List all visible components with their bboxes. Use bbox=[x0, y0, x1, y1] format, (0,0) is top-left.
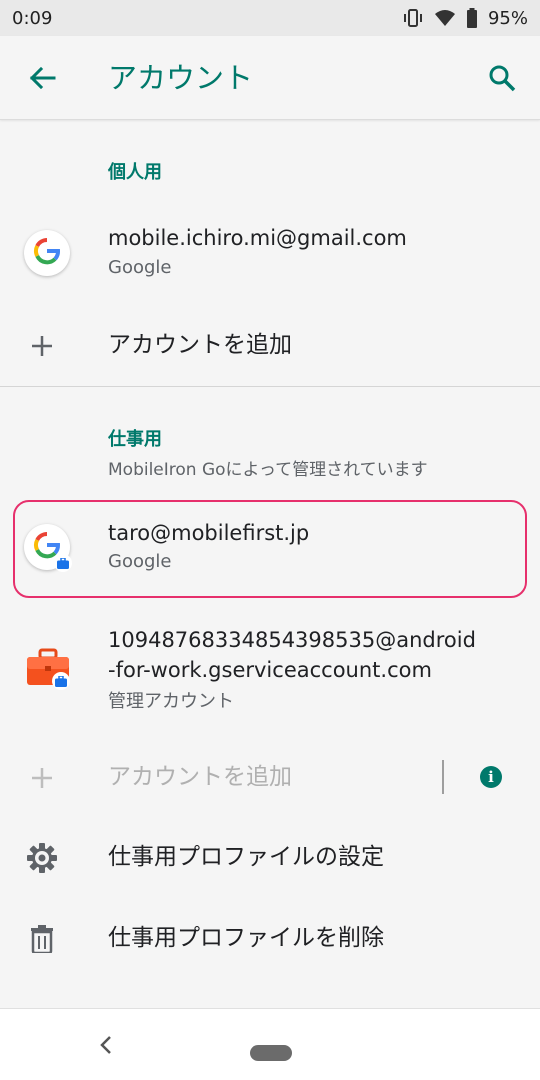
work-add-account-label: アカウントを追加 bbox=[108, 764, 292, 790]
app-bar: アカウント bbox=[0, 36, 540, 120]
home-pill[interactable] bbox=[250, 1045, 292, 1061]
managed-account-id-line1: 10948768334854398535@android bbox=[108, 628, 476, 652]
page-title: アカウント bbox=[108, 61, 254, 95]
work-profile-delete-label: 仕事用プロファイルを削除 bbox=[108, 925, 384, 951]
personal-account-email: mobile.ichiro.mi@gmail.com bbox=[108, 226, 407, 250]
info-icon[interactable]: i bbox=[480, 766, 502, 788]
gear-icon bbox=[26, 842, 58, 874]
google-g-icon bbox=[32, 236, 62, 270]
briefcase-icon bbox=[26, 648, 70, 692]
vibrate-icon bbox=[402, 8, 424, 28]
work-badge-icon bbox=[54, 554, 72, 572]
work-section-header: 仕事用 bbox=[108, 429, 162, 450]
personal-add-account-label: アカウントを追加 bbox=[108, 332, 292, 358]
managed-account-type: 管理アカウント bbox=[108, 691, 234, 712]
work-account-email: taro@mobilefirst.jp bbox=[108, 521, 310, 545]
navigation-bar bbox=[0, 1008, 540, 1080]
trash-icon bbox=[26, 923, 58, 955]
nav-back-icon[interactable] bbox=[94, 1031, 118, 1059]
plus-icon bbox=[26, 330, 58, 362]
search-icon[interactable] bbox=[482, 58, 522, 98]
back-arrow-icon[interactable] bbox=[22, 58, 62, 98]
status-time: 0:09 bbox=[12, 7, 53, 29]
personal-section-header: 個人用 bbox=[108, 162, 162, 183]
battery-icon bbox=[466, 8, 478, 28]
battery-percent: 95% bbox=[487, 7, 528, 29]
managed-account-id-line2: -for-work.gserviceaccount.com bbox=[108, 658, 432, 682]
google-avatar bbox=[24, 230, 70, 276]
work-profile-settings-label: 仕事用プロファイルの設定 bbox=[108, 844, 384, 870]
personal-account-type: Google bbox=[108, 257, 172, 278]
status-bar: 0:09 95% bbox=[0, 0, 540, 36]
work-managed-by-text: MobileIron Goによって管理されています bbox=[108, 460, 428, 480]
work-account-type: Google bbox=[108, 551, 172, 572]
vertical-separator bbox=[442, 760, 444, 794]
section-divider bbox=[0, 386, 540, 387]
highlight-annotation bbox=[13, 500, 527, 598]
wifi-icon bbox=[434, 9, 456, 27]
plus-icon bbox=[26, 762, 58, 794]
google-avatar bbox=[24, 524, 72, 572]
work-badge-icon bbox=[52, 672, 70, 690]
